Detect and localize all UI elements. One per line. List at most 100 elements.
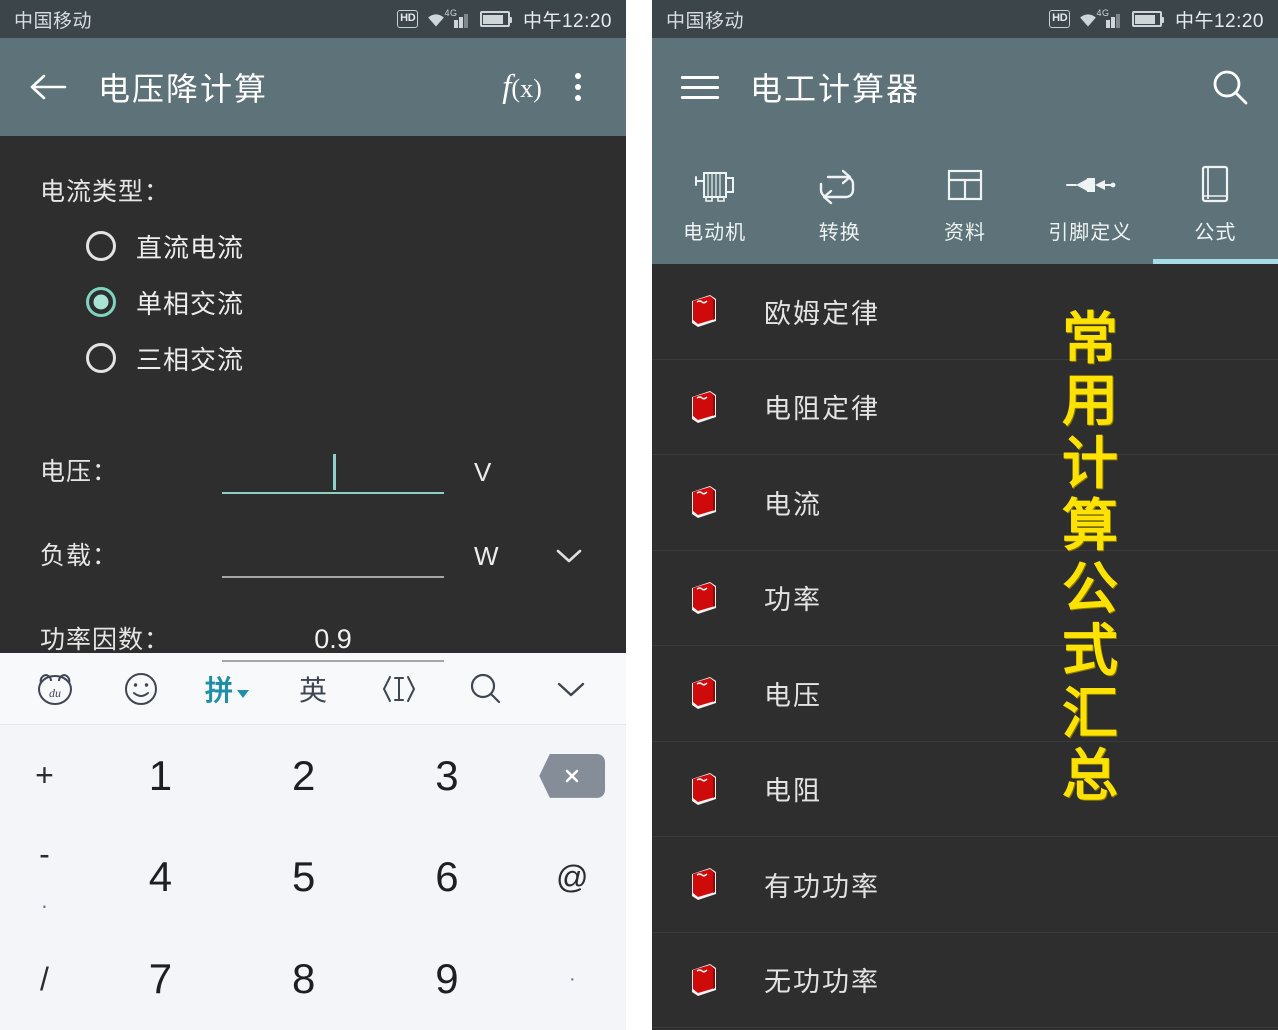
red-book-icon [682,289,726,333]
red-book-icon [682,958,726,1002]
fx-paren: (x) [511,73,542,103]
voltage-input[interactable] [222,450,444,494]
key-1[interactable]: 1 [89,725,232,827]
radio-icon-dc[interactable] [86,231,116,261]
right-app-bar: 电工计算器 [652,38,1278,136]
radio-option-three-phase-ac[interactable]: 三相交流 [86,330,586,386]
list-item-label: 电压 [764,680,822,711]
english-mode-button[interactable]: 英 [285,662,341,716]
carrier-label-right: 中国移动 [666,10,745,32]
key-at[interactable]: @ [519,827,626,929]
baidu-bear-icon[interactable]: du [27,662,83,716]
list-item[interactable]: 欧姆定律 [652,264,1278,360]
list-item-label: 无功功率 [764,967,880,998]
list-item[interactable]: 无功功率 [652,933,1278,1028]
tab-label-formula: 公式 [1194,221,1237,244]
network-type-label-right: 4G [1096,7,1110,18]
radio-icon-three-phase-ac[interactable] [86,343,116,373]
fx-icon: f(x) [502,69,542,106]
right-phone-screen: 中国移动 HD 4G 中午12:20 电工计算器 电动机 转换 资料 引脚定义 … [652,0,1278,1030]
key-8[interactable]: 8 [232,928,375,1030]
clock-label: 中午12:20 [522,10,612,32]
key-period[interactable]: · [519,928,626,1030]
english-mode-label: 英 [298,674,327,706]
tab-pinout[interactable]: 引脚定义 [1028,136,1153,264]
signal-icon: 4G [444,8,473,28]
key-6[interactable]: 6 [375,827,518,929]
search-button[interactable] [1202,59,1258,115]
power-factor-input-value: 0.9 [314,623,352,654]
hd-badge-right: HD [1049,10,1071,28]
key-slash[interactable]: / [0,928,89,1030]
field-label-load: 负载： [40,542,119,570]
radio-label-single-phase-ac: 单相交流 [136,288,245,319]
list-item-label: 电阻定律 [764,394,880,425]
load-unit-dropdown-button[interactable] [554,547,584,578]
text-caret [333,454,336,490]
voltage-drop-form: 电流类型： 直流电流 单相交流 三相交流 电压： V 负载： W 功率因数： 0… [0,136,626,662]
list-item[interactable]: 电阻定律 [652,360,1278,455]
tab-convert[interactable]: 转换 [777,136,902,264]
field-row-voltage: 电压： V [40,410,586,494]
battery-icon [479,11,512,27]
key-minus[interactable]: - [39,836,50,873]
backspace-icon [539,753,606,798]
key-2[interactable]: 2 [232,725,375,827]
key-stack-minus-dot: - · [39,827,50,929]
emoji-icon[interactable] [113,662,169,716]
tab-label-convert: 转换 [818,221,861,244]
tab-formula[interactable]: 公式 [1152,136,1278,264]
overflow-menu-button[interactable] [550,59,606,115]
key-7[interactable]: 7 [89,928,232,1030]
hamburger-icon [681,75,719,99]
field-label-power-factor: 功率因数： [40,626,171,654]
list-item[interactable]: 电阻 [652,742,1278,837]
signal-icon-right: 4G [1096,8,1125,28]
list-item[interactable]: 电流 [652,455,1278,551]
convert-icon [818,162,862,208]
tab-data[interactable]: 资料 [902,136,1027,264]
key-plus[interactable]: + [0,725,89,827]
key-4[interactable]: 4 [89,827,232,929]
collapse-keyboard-icon[interactable] [543,662,599,716]
load-unit-label: W [474,541,499,571]
key-minus-and-dot[interactable]: - · [0,827,89,929]
pinyin-mode-label: 拼 [204,674,233,706]
back-button[interactable] [20,59,76,115]
cursor-move-icon[interactable] [371,662,427,716]
status-bar-icons: HD 4G 中午12:20 [397,6,612,33]
red-book-icon [682,385,726,429]
formula-list: 欧姆定律 电阻定律 电流 功率 电压 电阻 有功功率 无功功率 [652,264,1278,1030]
red-book-icon [682,671,726,715]
list-item[interactable]: 有功功率 [652,837,1278,933]
power-factor-unit-label [474,656,510,662]
formula-button[interactable]: f(x) [494,59,550,115]
list-item[interactable]: 电压 [652,646,1278,742]
pinyin-mode-button[interactable]: 拼 [199,662,255,716]
list-item-label: 有功功率 [764,871,880,902]
more-vertical-icon [575,73,581,101]
red-book-icon [682,576,726,620]
field-row-power-factor: 功率因数： 0.9 [40,578,586,662]
power-factor-input[interactable]: 0.9 [222,618,444,662]
search-icon[interactable] [457,662,513,716]
red-book-icon [682,767,726,811]
tab-motor[interactable]: 电动机 [652,136,777,264]
key-9[interactable]: 9 [375,928,518,1030]
key-middot[interactable]: · [41,893,48,919]
key-3[interactable]: 3 [375,725,518,827]
book-icon [1195,162,1235,208]
keyboard-toolbar: du 拼 英 [0,653,626,725]
key-5[interactable]: 5 [232,827,375,929]
tab-bar: 电动机 转换 资料 引脚定义 公式 [652,136,1278,264]
menu-button[interactable] [672,59,728,115]
list-item[interactable]: 功率 [652,551,1278,646]
radio-icon-single-phase-ac[interactable] [86,287,116,317]
clock-label-right: 中午12:20 [1174,10,1264,32]
radio-option-single-phase-ac[interactable]: 单相交流 [86,274,586,330]
on-screen-keyboard: du 拼 英 + 1 2 3 - · 4 5 6 @ / 7 8 9 · [0,653,626,1030]
radio-option-dc[interactable]: 直流电流 [86,218,586,274]
key-backspace[interactable] [519,725,626,827]
load-input[interactable] [222,534,444,578]
panel-divider [626,0,652,1030]
